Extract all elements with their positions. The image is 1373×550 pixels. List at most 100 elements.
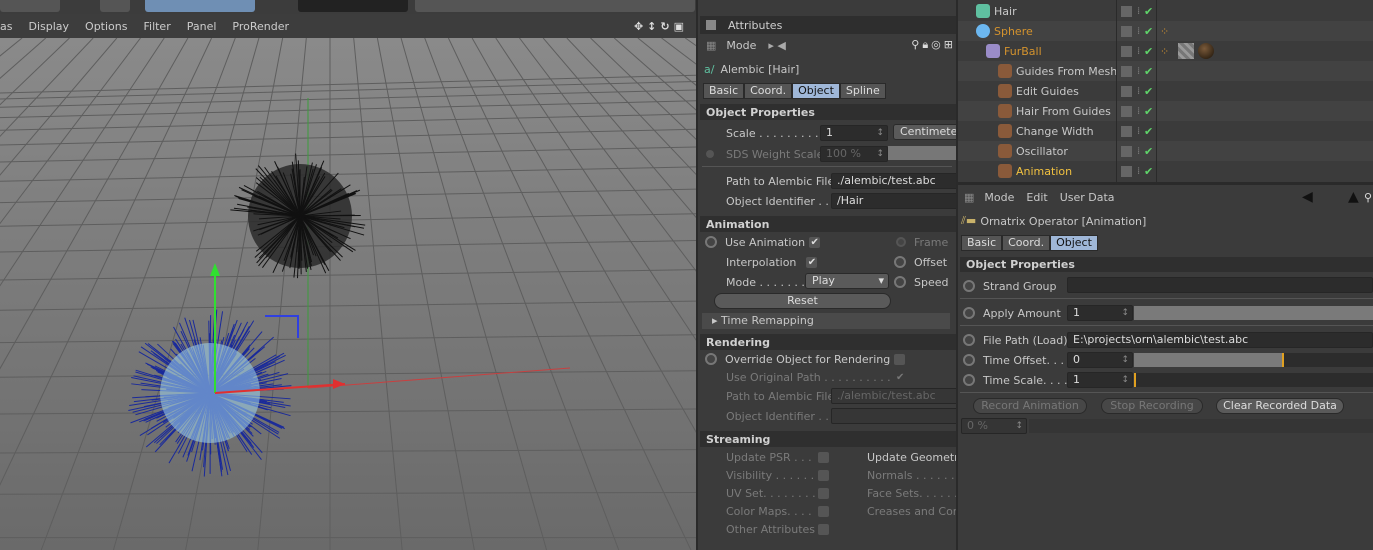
editor-visibility-icon[interactable] xyxy=(1121,145,1132,157)
phong-tag-icon[interactable]: ⁘ xyxy=(1160,45,1169,58)
enabled-check-icon[interactable]: ✔ xyxy=(1144,65,1153,78)
time-scale-input[interactable]: 1 xyxy=(1067,372,1133,388)
editor-visibility-icon[interactable] xyxy=(1121,105,1132,117)
menu-user-data[interactable]: User Data xyxy=(1060,191,1115,204)
stop-recording-button[interactable]: Stop Recording xyxy=(1101,398,1203,414)
strand-group-input[interactable] xyxy=(1067,277,1373,293)
path-input[interactable]: ./alembic/test.abc xyxy=(831,173,956,189)
enabled-check-icon[interactable]: ✔ xyxy=(1144,5,1153,18)
zoom-icon[interactable]: ↕ xyxy=(647,20,660,33)
mode-menu[interactable]: Mode xyxy=(726,39,756,52)
material-tag-icon[interactable] xyxy=(1178,43,1194,59)
visibility-dots-icon[interactable]: ⁞ xyxy=(1137,6,1140,17)
target-icon[interactable]: ◎ xyxy=(931,38,944,51)
time-scale-radio[interactable] xyxy=(963,374,975,386)
enabled-check-icon[interactable]: ✔ xyxy=(1144,85,1153,98)
streaming-checkbox[interactable] xyxy=(818,469,829,481)
toolbar-group-axes[interactable] xyxy=(145,0,255,12)
editor-visibility-icon[interactable] xyxy=(1121,25,1132,37)
rotate-icon[interactable]: ↻ xyxy=(660,20,673,33)
clear-recorded-data-button[interactable]: Clear Recorded Data xyxy=(1216,398,1344,414)
menu-filter[interactable]: Filter xyxy=(143,20,170,33)
search-icon[interactable]: ⚲ xyxy=(1364,191,1372,204)
object-row-furball[interactable]: FurBall ⁞ ✔ ⁘ xyxy=(958,41,1373,61)
time-offset-slider[interactable] xyxy=(1134,353,1373,367)
override-radio[interactable] xyxy=(705,353,717,365)
frame-radio[interactable] xyxy=(896,237,906,247)
identifier-input[interactable]: /Hair xyxy=(831,193,956,209)
object-row-guides-from-mesh[interactable]: Guides From Mesh ⁞ ✔ xyxy=(958,61,1373,81)
object-row-hair[interactable]: Hair ⁞ ✔ xyxy=(958,1,1373,21)
enabled-check-icon[interactable]: ✔ xyxy=(1144,165,1153,178)
enabled-check-icon[interactable]: ✔ xyxy=(1144,125,1153,138)
3d-viewport[interactable] xyxy=(0,38,696,550)
arrow-right-icon[interactable]: ▸ ◀ xyxy=(768,39,785,52)
apply-amount-radio[interactable] xyxy=(963,307,975,319)
phong-tag-icon[interactable]: ⁘ xyxy=(1160,25,1169,38)
visibility-dots-icon[interactable]: ⁞ xyxy=(1137,146,1140,157)
enabled-check-icon[interactable]: ✔ xyxy=(1144,45,1153,58)
editor-visibility-icon[interactable] xyxy=(1121,65,1132,77)
tab-object[interactable]: Object xyxy=(1050,235,1098,251)
toolbar-group-render[interactable] xyxy=(298,0,408,12)
override-checkbox[interactable] xyxy=(894,353,906,365)
streaming-checkbox[interactable] xyxy=(818,523,829,535)
time-scale-slider[interactable] xyxy=(1134,373,1373,387)
interpolation-checkbox[interactable]: ✔ xyxy=(806,256,818,268)
enabled-check-icon[interactable]: ✔ xyxy=(1144,25,1153,38)
streaming-checkbox[interactable] xyxy=(818,451,829,463)
reset-button[interactable]: Reset xyxy=(714,293,891,309)
editor-visibility-icon[interactable] xyxy=(1121,45,1132,57)
up-arrow-icon[interactable]: ▲ xyxy=(1348,189,1359,205)
menu-options[interactable]: Options xyxy=(85,20,127,33)
visibility-dots-icon[interactable]: ⁞ xyxy=(1137,66,1140,77)
speed-radio[interactable] xyxy=(894,276,906,288)
streaming-checkbox[interactable] xyxy=(818,505,829,517)
move-icon[interactable]: ✥ xyxy=(634,20,647,33)
menu-cameras[interactable]: as xyxy=(0,20,12,33)
file-path-input[interactable]: E:\projects\orn\alembic\test.abc xyxy=(1067,332,1373,348)
object-row-edit-guides[interactable]: Edit Guides ⁞ ✔ xyxy=(958,81,1373,101)
visibility-dots-icon[interactable]: ⁞ xyxy=(1137,126,1140,137)
visibility-dots-icon[interactable]: ⁞ xyxy=(1137,26,1140,37)
tab-coord[interactable]: Coord. xyxy=(1002,235,1051,251)
time-offset-input[interactable]: 0 xyxy=(1067,352,1133,368)
object-row-sphere[interactable]: Sphere ⁞ ✔ ⁘ xyxy=(958,21,1373,41)
object-row-animation[interactable]: Animation ⁞ ✔ xyxy=(958,161,1373,181)
object-row-hair-from-guides[interactable]: Hair From Guides ⁞ ✔ xyxy=(958,101,1373,121)
maximize-icon[interactable]: ▣ xyxy=(674,20,688,33)
editor-visibility-icon[interactable] xyxy=(1121,5,1132,17)
material-ball-icon[interactable] xyxy=(1198,43,1214,59)
tab-basic[interactable]: Basic xyxy=(703,83,745,99)
menu-mode[interactable]: Mode xyxy=(984,191,1014,204)
apply-amount-input[interactable]: 1 xyxy=(1067,305,1133,321)
search-icon[interactable]: ⚲ xyxy=(911,38,922,51)
scale-input[interactable]: 1 xyxy=(820,125,888,141)
visibility-dots-icon[interactable]: ⁞ xyxy=(1137,86,1140,97)
tab-coord[interactable]: Coord. xyxy=(744,83,793,99)
tab-spline[interactable]: Spline xyxy=(839,83,886,99)
enabled-check-icon[interactable]: ✔ xyxy=(1144,105,1153,118)
menu-panel[interactable]: Panel xyxy=(187,20,217,33)
editor-visibility-icon[interactable] xyxy=(1121,85,1132,97)
keyframe-radio[interactable] xyxy=(705,236,717,248)
toolbar-button[interactable] xyxy=(100,0,130,12)
apply-amount-slider[interactable] xyxy=(1134,306,1373,320)
file-path-radio[interactable] xyxy=(963,334,975,346)
tab-basic[interactable]: Basic xyxy=(961,235,1003,251)
scale-unit-button[interactable]: Centimeters xyxy=(893,124,956,140)
visibility-dots-icon[interactable]: ⁞ xyxy=(1137,106,1140,117)
lock-icon[interactable]: 🔒︎ xyxy=(922,38,931,51)
toolbar-group-tools[interactable] xyxy=(0,0,60,12)
strand-group-radio[interactable] xyxy=(963,280,975,292)
offset-radio[interactable] xyxy=(894,256,906,268)
object-row-oscillator[interactable]: Oscillator ⁞ ✔ xyxy=(958,141,1373,161)
toolbar-group-objects[interactable] xyxy=(415,0,695,12)
mode-dropdown[interactable]: Play ▾ xyxy=(805,273,889,289)
record-animation-button[interactable]: Record Animation xyxy=(973,398,1087,414)
editor-visibility-icon[interactable] xyxy=(1121,125,1132,137)
use-animation-checkbox[interactable]: ✔ xyxy=(809,236,821,248)
menu-prorender[interactable]: ProRender xyxy=(232,20,289,33)
editor-visibility-icon[interactable] xyxy=(1121,165,1132,177)
visibility-dots-icon[interactable]: ⁞ xyxy=(1137,166,1140,177)
